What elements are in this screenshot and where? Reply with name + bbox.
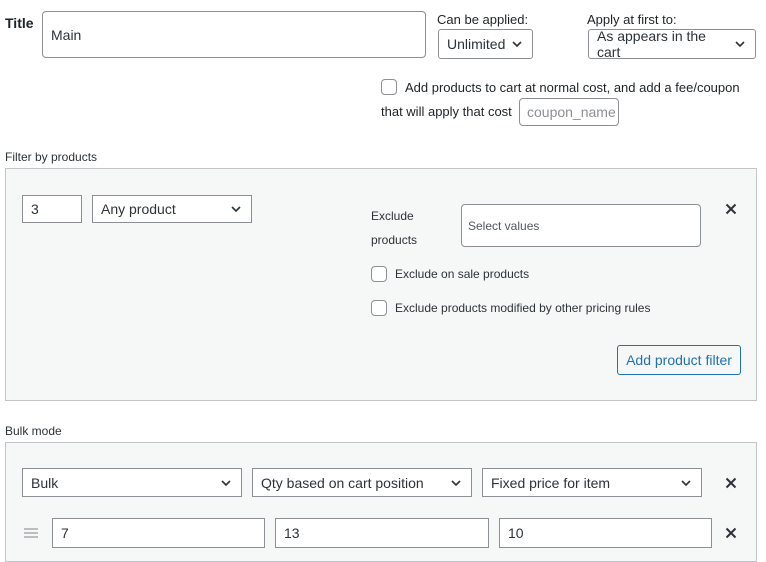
price-type-select[interactable]: Fixed price for item — [482, 468, 702, 497]
close-icon[interactable] — [723, 201, 739, 217]
add-product-filter-label: Add product filter — [626, 352, 732, 368]
filter-section-label: Filter by products — [5, 150, 98, 164]
range-price-value: 10 — [508, 525, 524, 541]
filter-qty-value: 3 — [31, 201, 39, 217]
qty-basis-select[interactable]: Qty based on cart position — [252, 468, 472, 497]
bulk-section-label: Bulk mode — [5, 424, 62, 438]
product-type-value: Any product — [101, 201, 176, 217]
apply-first-label: Apply at first to: — [587, 12, 677, 27]
chevron-down-icon — [221, 479, 231, 486]
product-type-select[interactable]: Any product — [92, 195, 252, 223]
range-price-input[interactable]: 10 — [499, 518, 712, 548]
coupon-name-placeholder: coupon_name — [527, 104, 616, 120]
exclude-on-sale-checkbox[interactable] — [371, 266, 387, 282]
fee-coupon-checkbox[interactable] — [381, 79, 397, 95]
close-icon[interactable] — [723, 475, 739, 491]
bulk-mode-value: Bulk — [31, 474, 59, 491]
range-from-value: 7 — [61, 525, 69, 541]
qty-basis-value: Qty based on cart position — [261, 474, 424, 491]
title-label: Title — [5, 15, 34, 31]
title-input[interactable]: Main — [42, 11, 426, 58]
exclude-label-2: products — [371, 233, 418, 247]
can-be-applied-value: Unlimited — [447, 36, 506, 52]
range-from-input[interactable]: 7 — [52, 518, 265, 548]
exclude-modified-checkbox[interactable] — [371, 300, 387, 316]
drag-handle-icon[interactable] — [23, 526, 39, 538]
exclude-products-placeholder: Select values — [468, 218, 540, 233]
chevron-down-icon — [512, 41, 522, 48]
chevron-down-icon — [451, 479, 461, 486]
chevron-down-icon — [681, 479, 691, 486]
chevron-down-icon — [735, 41, 745, 48]
range-to-value: 13 — [284, 525, 300, 541]
can-be-applied-select[interactable]: Unlimited — [438, 29, 533, 59]
title-input-value: Main — [51, 26, 82, 43]
range-to-input[interactable]: 13 — [275, 518, 489, 548]
can-be-applied-label: Can be applied: — [437, 12, 529, 27]
apply-first-select[interactable]: As appears in the cart — [588, 28, 756, 60]
price-type-value: Fixed price for item — [491, 474, 611, 491]
close-icon[interactable] — [723, 525, 739, 541]
bulk-mode-select[interactable]: Bulk — [22, 468, 242, 497]
exclude-on-sale-label: Exclude on sale products — [395, 267, 530, 281]
exclude-modified-label: Exclude products modified by other prici… — [395, 301, 651, 315]
fee-option-text-line1: Add products to cart at normal cost, and… — [405, 80, 740, 95]
exclude-label-1: Exclude — [371, 209, 414, 223]
exclude-products-select[interactable]: Select values — [461, 204, 701, 247]
add-product-filter-button[interactable]: Add product filter — [617, 345, 741, 375]
chevron-down-icon — [231, 206, 241, 213]
apply-first-value: As appears in the cart — [597, 28, 706, 60]
coupon-name-input[interactable]: coupon_name — [519, 98, 619, 126]
fee-option-text-line2: that will apply that cost — [381, 104, 512, 119]
filter-qty-input[interactable]: 3 — [22, 195, 82, 223]
